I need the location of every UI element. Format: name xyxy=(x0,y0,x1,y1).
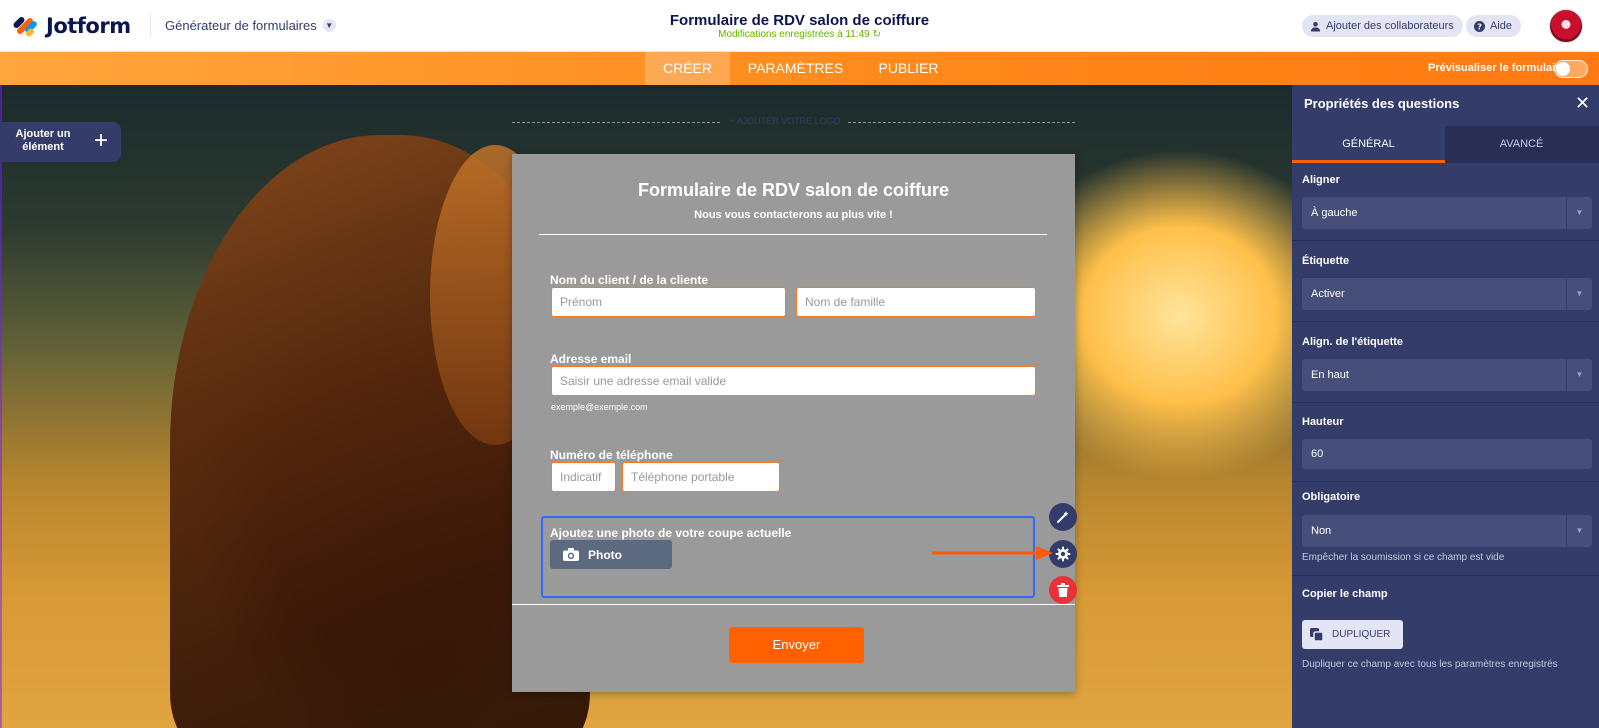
duplicate-icon xyxy=(1310,627,1324,642)
form-subheading[interactable]: Nous vous contacterons au plus vite ! xyxy=(512,209,1075,221)
submit-button[interactable]: Envoyer xyxy=(729,627,864,663)
chevron-down-icon: ▼ xyxy=(1566,515,1592,547)
label-toggle-label: Étiquette xyxy=(1302,255,1350,267)
close-icon[interactable]: ✕ xyxy=(1575,93,1590,114)
panel-title: Propriétés des questions xyxy=(1304,96,1460,111)
camera-icon xyxy=(563,548,579,561)
copy-field-label: Copier le champ xyxy=(1302,588,1388,600)
logo-dash-left xyxy=(512,122,720,123)
height-label: Hauteur xyxy=(1302,416,1344,428)
email-label: Adresse email xyxy=(550,352,632,366)
label-align-select[interactable]: En haut ▼ xyxy=(1302,359,1592,391)
builder-nav: CRÉER PARAMÈTRES PUBLIER Prévisualiser l… xyxy=(0,52,1599,85)
required-select[interactable]: Non ▼ xyxy=(1302,515,1592,547)
section-divider xyxy=(1292,575,1599,576)
height-input[interactable]: 60 xyxy=(1302,439,1592,469)
form-card: Formulaire de RDV salon de coiffure Nous… xyxy=(512,154,1075,692)
heading-divider xyxy=(539,234,1047,235)
align-select[interactable]: À gauche ▼ xyxy=(1302,197,1592,229)
phone-code-input[interactable]: Indicatif xyxy=(551,462,616,492)
save-status-text: Modifications enregistrées à 11:49 xyxy=(718,29,870,40)
add-element-button[interactable]: Ajouter un élément + xyxy=(0,122,121,162)
trash-icon xyxy=(1057,583,1069,597)
required-label: Obligatoire xyxy=(1302,491,1361,503)
add-collaborators-button[interactable]: Ajouter des collaborateurs xyxy=(1302,15,1463,37)
pointer-arrow xyxy=(932,546,1053,560)
label-value: Activer xyxy=(1311,288,1345,300)
required-help: Empêcher la soumission si ce champ est v… xyxy=(1302,552,1505,563)
toggle-knob xyxy=(1556,62,1570,76)
duplicate-label: DUPLIQUER xyxy=(1332,629,1391,640)
chevron-down-icon: ▼ xyxy=(1566,278,1592,310)
plus-icon: + xyxy=(94,127,109,154)
add-collaborators-label: Ajouter des collaborateurs xyxy=(1326,20,1454,32)
add-element-label: Ajouter un élément xyxy=(15,128,71,153)
svg-text:?: ? xyxy=(1477,21,1482,31)
section-divider xyxy=(1292,481,1599,482)
tab-create[interactable]: CRÉER xyxy=(645,52,730,85)
submit-divider xyxy=(512,604,1075,605)
top-header: Jotform Générateur de formulaires ▼ Form… xyxy=(0,0,1599,52)
user-icon xyxy=(1310,21,1321,32)
form-heading[interactable]: Formulaire de RDV salon de coiffure xyxy=(512,180,1075,201)
help-button[interactable]: ? Aide xyxy=(1466,15,1522,37)
chevron-down-icon: ▼ xyxy=(1566,197,1592,229)
section-divider xyxy=(1292,321,1599,322)
field-wizard-button[interactable] xyxy=(1049,503,1077,531)
gear-icon xyxy=(1055,546,1071,562)
duplicate-help: Dupliquer ce champ avec tous les paramèt… xyxy=(1302,659,1558,670)
phone-input[interactable]: Téléphone portable xyxy=(622,462,780,492)
properties-panel: Propriétés des questions ✕ GÉNÉRAL AVANC… xyxy=(1292,85,1599,728)
canvas-edge xyxy=(0,85,2,728)
chevron-down-icon: ▼ xyxy=(1566,359,1592,391)
label-align-label: Align. de l'étiquette xyxy=(1302,336,1404,348)
help-label: Aide xyxy=(1490,20,1513,32)
section-divider xyxy=(1292,240,1599,241)
help-icon: ? xyxy=(1474,20,1485,32)
duplicate-button[interactable]: DUPLIQUER xyxy=(1302,620,1403,649)
preview-toggle[interactable] xyxy=(1554,60,1588,78)
name-label: Nom du client / de la cliente xyxy=(550,273,709,287)
email-hint: exemple@exemple.com xyxy=(551,402,648,412)
logo-dash-right xyxy=(848,122,1075,123)
preview-label: Prévisualiser le formulaire xyxy=(1428,62,1566,74)
email-input[interactable]: Saisir une adresse email valide xyxy=(551,366,1036,396)
first-name-input[interactable]: Prénom xyxy=(551,287,786,317)
tab-general[interactable]: GÉNÉRAL xyxy=(1292,126,1445,163)
refresh-icon: ↻ xyxy=(872,29,881,40)
photo-upload-button[interactable]: Photo xyxy=(550,540,672,569)
add-logo-link[interactable]: + AJOUTER VOTRE LOGO xyxy=(726,116,844,126)
phone-label: Numéro de téléphone xyxy=(550,448,673,462)
magic-wand-icon xyxy=(1057,511,1069,523)
align-value: À gauche xyxy=(1311,207,1358,219)
delete-field-button[interactable] xyxy=(1049,576,1077,604)
required-value: Non xyxy=(1311,525,1332,537)
tab-settings[interactable]: PARAMÈTRES xyxy=(738,52,853,85)
label-select[interactable]: Activer ▼ xyxy=(1302,278,1592,310)
photo-button-label: Photo xyxy=(588,547,622,562)
form-canvas: Ajouter un élément + + AJOUTER VOTRE LOG… xyxy=(0,85,1292,728)
panel-tabs: GÉNÉRAL AVANCÉ xyxy=(1292,126,1599,163)
tab-advanced[interactable]: AVANCÉ xyxy=(1445,126,1598,163)
tab-publish[interactable]: PUBLIER xyxy=(866,52,951,85)
user-avatar[interactable] xyxy=(1549,9,1583,43)
section-divider xyxy=(1292,402,1599,403)
last-name-input[interactable]: Nom de famille xyxy=(796,287,1036,317)
align-label: Aligner xyxy=(1302,174,1340,186)
add-logo-area[interactable]: + AJOUTER VOTRE LOGO xyxy=(512,116,1075,130)
upload-label: Ajoutez une photo de votre coupe actuell… xyxy=(550,526,792,540)
label-align-value: En haut xyxy=(1311,369,1349,381)
